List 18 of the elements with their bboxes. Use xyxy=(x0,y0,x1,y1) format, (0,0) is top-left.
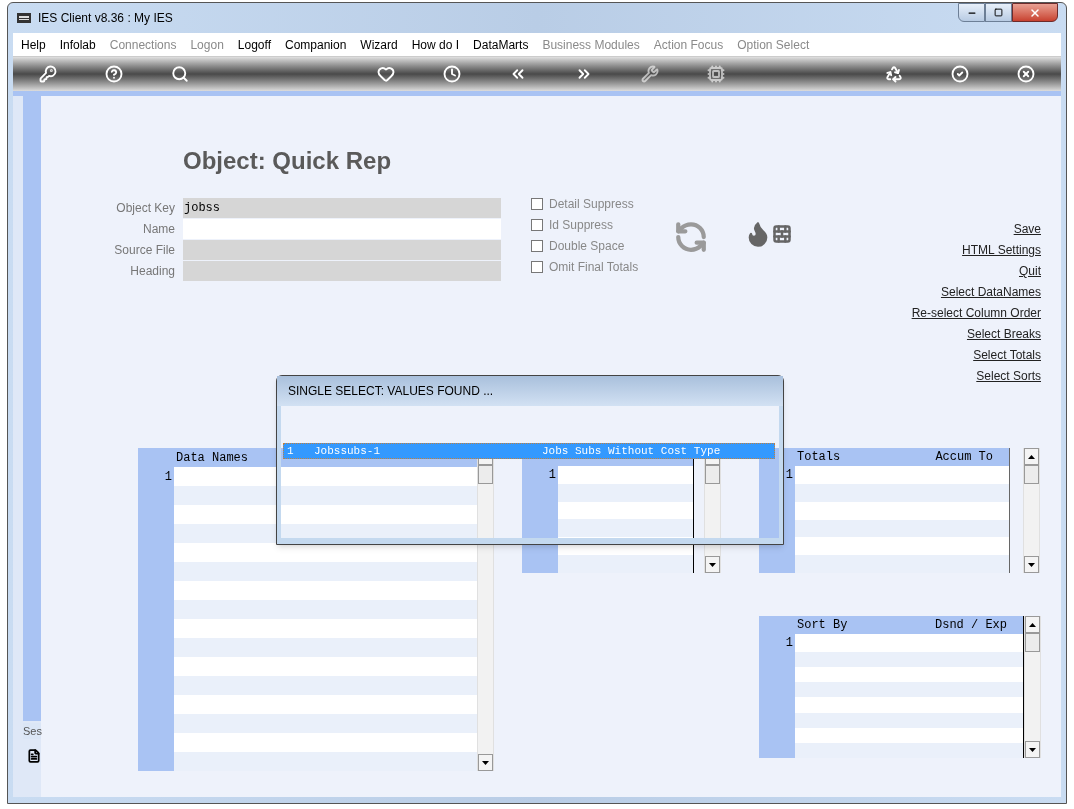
row-number-cell: 1 xyxy=(138,467,174,486)
dialog-title: SINGLE SELECT: VALUES FOUND ... xyxy=(288,383,494,400)
column-header: Dsnd / Exp xyxy=(935,617,1007,634)
page-title: Object: Quick Rep xyxy=(183,146,393,176)
window-title: IES Client v8.36 : My IES xyxy=(38,10,173,27)
field-label: Heading xyxy=(129,263,175,280)
field-label: Object Key xyxy=(115,200,175,217)
checkbox-label: Omit Final Totals xyxy=(549,259,639,276)
column-header: Totals xyxy=(797,449,841,466)
checkbox-label: Id Suppress xyxy=(549,217,614,234)
column-header: Sort By xyxy=(797,617,848,634)
column-header: Data Names xyxy=(176,449,248,467)
checkbox-label: Detail Suppress xyxy=(549,196,634,213)
checkbox-label: Double Space xyxy=(549,238,625,255)
field-label: Source File xyxy=(113,242,175,259)
field-label: Name xyxy=(142,221,175,238)
row-number-cell: 1 xyxy=(759,634,795,652)
column-header: Accum To xyxy=(935,449,993,466)
